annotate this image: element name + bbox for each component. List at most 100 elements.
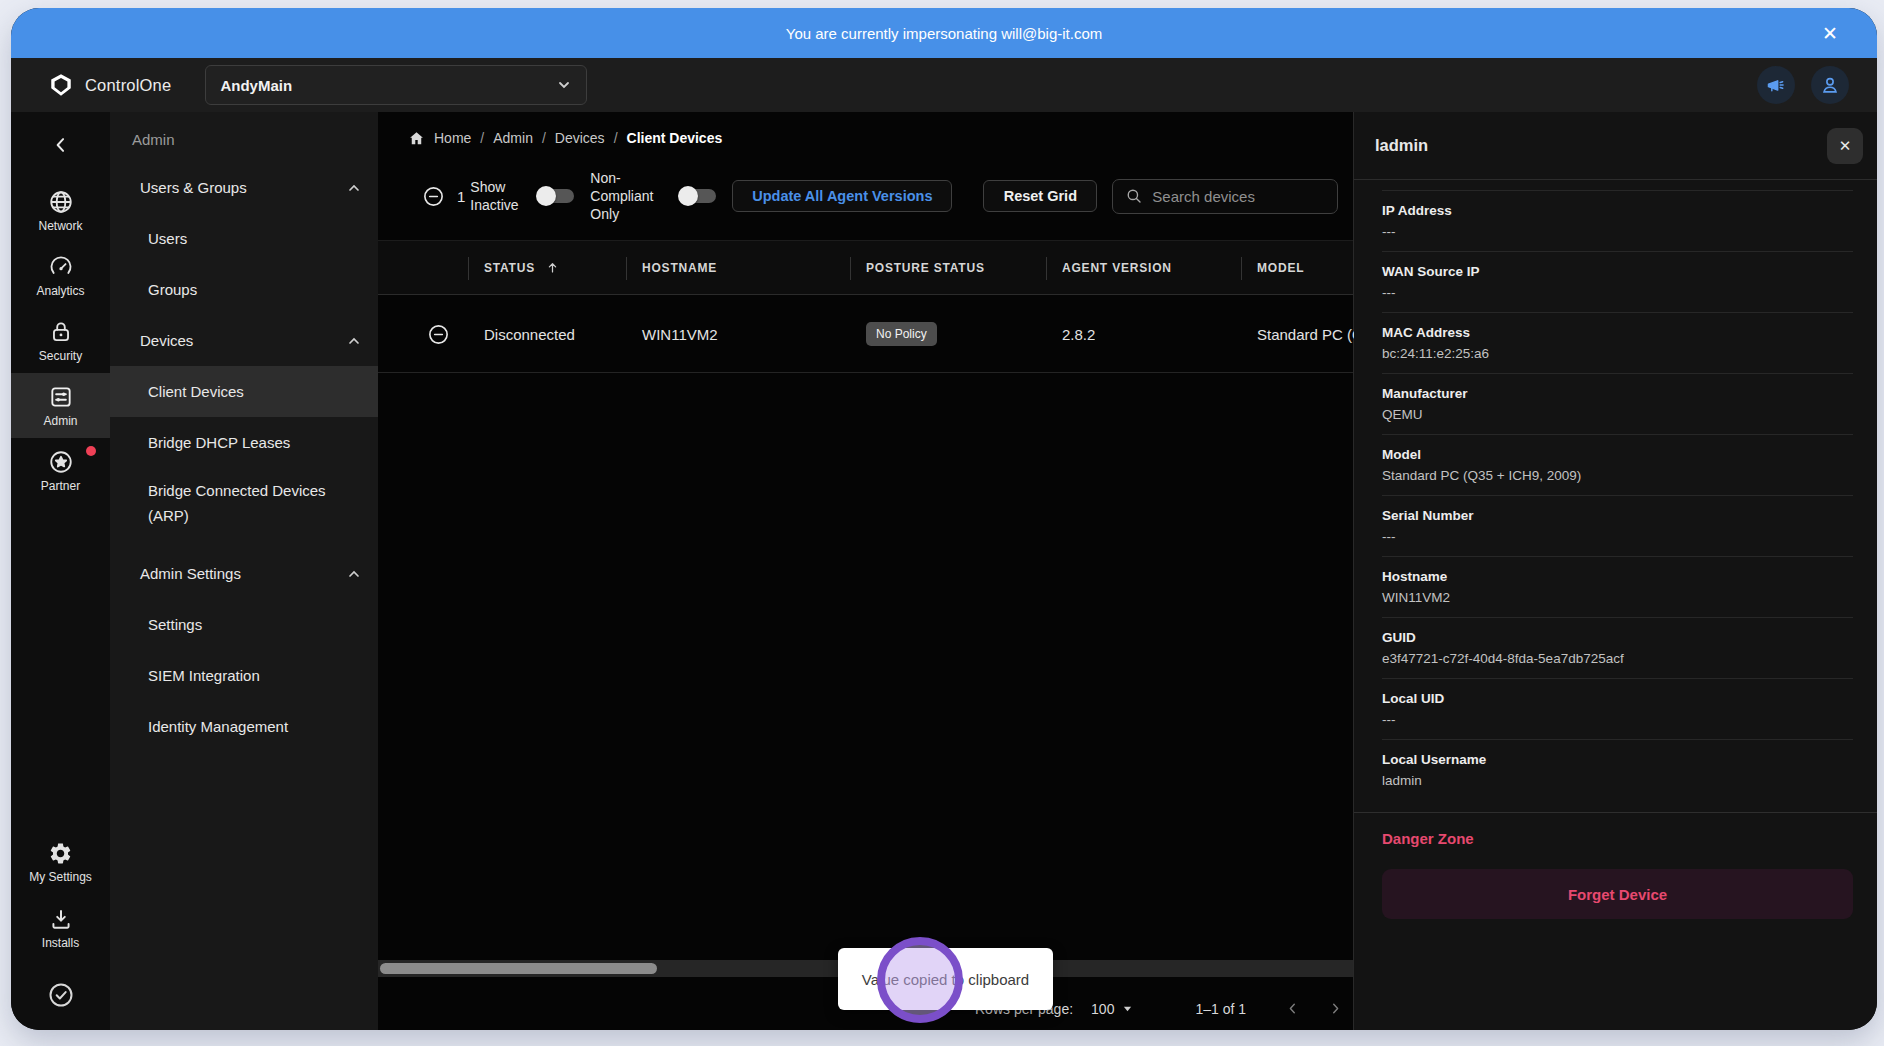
posture-badge: No Policy [866,322,937,346]
breadcrumb-current: Client Devices [627,130,723,146]
sidebar-item-devices[interactable]: Devices [110,315,378,366]
app-window: You are currently impersonating will@big… [11,8,1877,1030]
field-hostname: Hostname WIN11VM2 [1382,557,1853,618]
field-local-username: Local Username ladmin [1382,740,1853,801]
cell-agent-version: 2.8.2 [1046,296,1095,372]
field-manufacturer: Manufacturer QEMU [1382,374,1853,435]
lock-icon [48,319,74,345]
rail-item-status-check[interactable] [11,960,110,1030]
column-header-status[interactable]: STATUS [468,241,560,294]
sort-ascending-icon [545,260,560,275]
device-detail-panel: ladmin ✕ IP Address --- WAN Source IP --… [1354,112,1877,1030]
cell-status: Disconnected [468,296,575,372]
check-circle-icon [47,981,75,1009]
caret-down-icon [1122,1003,1133,1014]
breadcrumb-admin[interactable]: Admin [493,130,533,146]
update-all-agents-button[interactable]: Update All Agent Versions [732,180,952,212]
sidebar-item-identity[interactable]: Identity Management [110,701,378,752]
reset-grid-button[interactable]: Reset Grid [983,180,1097,212]
download-icon [48,906,74,932]
table-row[interactable]: Disconnected WIN11VM2 No Policy 2.8.2 St… [378,296,1353,373]
rail-item-network[interactable]: Network [11,178,110,243]
brand-name: ControlOne [85,76,171,95]
non-compliant-toggle[interactable] [682,189,716,203]
sidebar-item-client-devices[interactable]: Client Devices [110,366,378,417]
sidebar-title: Admin [110,126,378,150]
deselect-all-icon[interactable] [422,185,445,208]
rail-item-installs[interactable]: Installs [11,895,110,960]
rail-item-admin[interactable]: Admin [11,373,110,438]
sidebar-item-siem[interactable]: SIEM Integration [110,650,378,701]
gear-icon [48,841,73,866]
chevron-up-icon [346,333,362,349]
show-inactive-toggle[interactable] [540,189,574,203]
chevron-down-icon [556,77,572,93]
org-selector[interactable]: AndyMain [205,65,587,105]
sidebar-item-bridge-connected[interactable]: Bridge Connected Devices (ARP) [110,468,378,538]
sidebar-item-settings[interactable]: Settings [110,599,378,650]
field-ip-address: IP Address --- [1382,191,1853,252]
user-icon [1819,74,1841,96]
search-placeholder: Search devices [1152,188,1255,205]
rail-item-security[interactable]: Security [11,308,110,373]
rail-item-analytics[interactable]: Analytics [11,243,110,308]
panel-header: ladmin ✕ [1354,112,1877,180]
banner-close-icon[interactable]: ✕ [1813,16,1847,50]
click-indicator [877,937,963,1023]
previous-page-icon[interactable] [1284,1000,1301,1017]
field-guid: GUID e3f47721-c72f-40d4-8fda-5ea7db725ac… [1382,618,1853,679]
cell-posture: No Policy [850,296,937,372]
search-icon [1125,187,1143,205]
non-compliant-label: Non-Compliant Only [590,169,670,223]
danger-zone-title: Danger Zone [1382,830,1877,847]
cell-hostname: WIN11VM2 [626,296,718,372]
sidebar-item-admin-settings[interactable]: Admin Settings [110,548,378,599]
search-devices-input[interactable]: Search devices [1112,179,1338,214]
account-button[interactable] [1811,66,1849,104]
home-icon[interactable] [408,130,425,147]
sidebar-item-groups[interactable]: Groups [110,264,378,315]
rail-item-partner[interactable]: Partner [11,438,110,503]
icon-rail: Network Analytics Security Admin [11,112,110,1030]
rows-per-page-select[interactable]: 100 [1091,1001,1133,1017]
cell-model: Standard PC (Q35 + ICH9, 2009) [1241,296,1354,372]
panel-title: ladmin [1375,136,1428,155]
field-serial-number: Serial Number --- [1382,496,1853,557]
sidebar-item-bridge-dhcp[interactable]: Bridge DHCP Leases [110,417,378,468]
pagination-range: 1–1 of 1 [1195,1001,1246,1017]
top-nav: ControlOne AndyMain [11,58,1877,112]
org-selector-value: AndyMain [220,77,292,94]
rail-item-my-settings[interactable]: My Settings [11,830,110,895]
notification-dot [86,446,96,456]
admin-sliders-icon [48,384,74,410]
collapse-sidebar-button[interactable] [11,112,110,178]
table-header: STATUS HOSTNAME POSTURE STATUS AGENT VER… [378,240,1353,295]
sidebar-item-users[interactable]: Users [110,213,378,264]
next-page-icon[interactable] [1327,1000,1344,1017]
gauge-icon [48,254,74,280]
controlone-logo-icon [48,72,74,98]
scrollbar-thumb[interactable] [380,963,657,974]
column-header-hostname[interactable]: HOSTNAME [626,241,717,294]
forget-device-button[interactable]: Forget Device [1382,869,1853,919]
impersonation-banner-text: You are currently impersonating will@big… [786,25,1102,42]
chevron-up-icon [346,566,362,582]
toolbar: 1 Show Inactive Non-Compliant Only Updat… [378,180,1353,212]
column-header-posture[interactable]: POSTURE STATUS [850,241,985,294]
column-header-agent-version[interactable]: AGENT VERSION [1046,241,1172,294]
field-wan-source-ip: WAN Source IP --- [1382,252,1853,313]
field-model: Model Standard PC (Q35 + ICH9, 2009) [1382,435,1853,496]
breadcrumb-devices[interactable]: Devices [555,130,605,146]
admin-sidebar: Admin Users & Groups Users Groups Device… [110,112,378,1030]
breadcrumb-home[interactable]: Home [434,130,471,146]
announcements-button[interactable] [1757,66,1795,104]
megaphone-icon [1766,75,1786,95]
main-content: Home / Admin / Devices / Client Devices … [378,112,1354,1030]
column-header-model[interactable]: MODEL [1241,241,1304,294]
sidebar-item-users-groups[interactable]: Users & Groups [110,162,378,213]
panel-close-button[interactable]: ✕ [1827,128,1863,164]
chevron-up-icon [346,180,362,196]
brand: ControlOne [48,72,171,98]
row-deselect-icon[interactable] [411,296,450,372]
globe-icon [48,189,74,215]
